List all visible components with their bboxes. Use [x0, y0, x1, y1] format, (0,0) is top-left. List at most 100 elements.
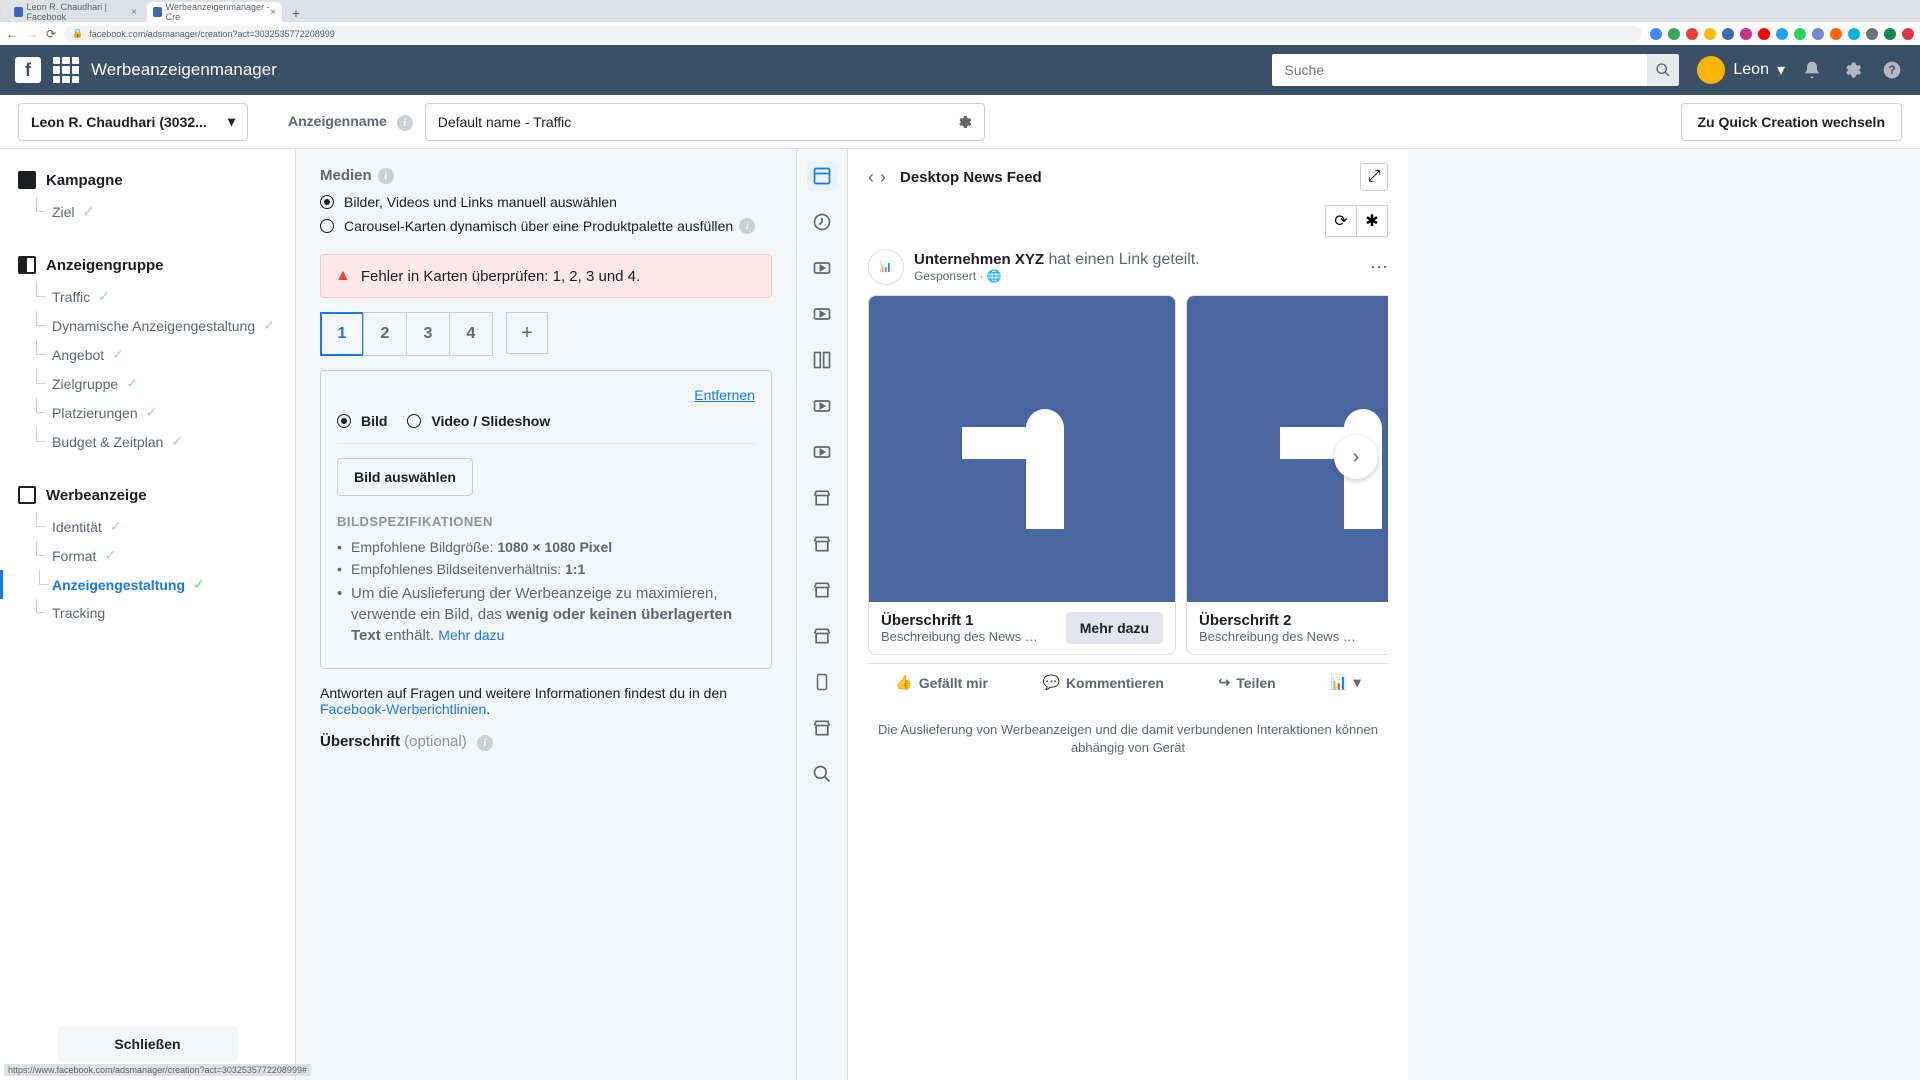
forward-button[interactable]: → — [26, 27, 38, 41]
rail-video2-icon[interactable] — [807, 299, 837, 329]
info-icon[interactable]: i — [378, 168, 394, 184]
close-icon[interactable]: × — [131, 7, 137, 18]
ad-icon — [18, 486, 36, 504]
radio-video[interactable]: Video / Slideshow — [407, 413, 550, 429]
check-icon: ✓ — [98, 288, 110, 305]
check-icon: ✓ — [193, 576, 205, 593]
quick-creation-button[interactable]: Zu Quick Creation wechseln — [1681, 103, 1903, 141]
radio-manual[interactable]: Bilder, Videos und Links manuell auswähl… — [320, 194, 772, 210]
ad-name-input[interactable]: Default name - Traffic — [425, 103, 985, 141]
rail-instant-icon[interactable] — [807, 207, 837, 237]
extension-icons — [1650, 28, 1914, 40]
rail-feed-icon[interactable] — [807, 161, 837, 191]
sidebar-item-audience[interactable]: Zielgruppe✓ — [0, 369, 295, 398]
browser-tab-2[interactable]: Werbeanzeigenmanager - Cre × — [147, 2, 282, 22]
reload-button[interactable]: ⟳ — [46, 27, 56, 41]
prev-arrow-left[interactable]: ‹ — [868, 167, 874, 188]
card-tab-2[interactable]: 2 — [363, 312, 407, 356]
refresh-icon[interactable]: ⟳ — [1325, 205, 1357, 237]
rail-shop5-icon[interactable] — [807, 713, 837, 743]
search-button[interactable] — [1647, 54, 1679, 86]
rail-search-icon[interactable] — [807, 759, 837, 789]
browser-tab-1[interactable]: Leon R. Chaudhari | Facebook × — [8, 2, 143, 22]
card-tab-1[interactable]: 1 — [320, 312, 364, 356]
new-tab-button[interactable]: + — [286, 4, 306, 22]
learn-more-link[interactable]: Mehr dazu — [438, 627, 504, 643]
policy-link[interactable]: Facebook-Werberichtlinien — [320, 701, 486, 717]
policy-text: Antworten auf Fragen und weitere Informa… — [320, 685, 772, 717]
remove-card-link[interactable]: Entfernen — [337, 387, 755, 403]
info-icon[interactable]: i — [477, 735, 493, 751]
radio-dynamic[interactable]: Carousel-Karten dynamisch über eine Prod… — [320, 218, 772, 234]
like-button[interactable]: 👍Gefällt mir — [895, 674, 988, 691]
select-image-button[interactable]: Bild auswählen — [337, 458, 473, 496]
spec-list: Empfohlene Bildgröße: 1080 × 1080 Pixel … — [337, 539, 755, 646]
chart-icon: 📊 — [1330, 674, 1347, 691]
rail-video-icon[interactable] — [807, 253, 837, 283]
status-bar-url: https://www.facebook.com/adsmanager/crea… — [4, 1064, 311, 1076]
radio-image[interactable]: Bild — [337, 413, 387, 429]
preview-title: Desktop News Feed — [900, 169, 1042, 186]
topbar: Leon R. Chaudhari (3032... ▾ Anzeigennam… — [0, 95, 1920, 149]
share-button[interactable]: ↪Teilen — [1219, 674, 1276, 691]
sidebar-item-placements[interactable]: Platzierungen✓ — [0, 398, 295, 427]
rail-column-icon[interactable] — [807, 345, 837, 375]
settings-icon[interactable] — [1839, 57, 1865, 83]
facebook-logo[interactable]: f — [15, 57, 41, 83]
account-selector[interactable]: Leon R. Chaudhari (3032... ▾ — [18, 103, 248, 141]
page-logo: 📊 — [868, 249, 904, 285]
rail-video3-icon[interactable] — [807, 391, 837, 421]
browser-chrome: Leon R. Chaudhari | Facebook × Werbeanze… — [0, 0, 1920, 45]
carousel-next-arrow[interactable]: › — [1334, 435, 1378, 479]
check-icon: ✓ — [112, 346, 124, 363]
sidebar-item-goal[interactable]: Ziel✓ — [0, 197, 295, 226]
avatar — [1697, 56, 1725, 84]
prev-arrow-right[interactable]: › — [880, 167, 886, 188]
back-button[interactable]: ← — [6, 27, 18, 41]
carousel-card-1[interactable]: Überschrift 1 Beschreibung des News … Me… — [868, 295, 1176, 655]
sidebar-ad-head[interactable]: Werbeanzeige — [0, 478, 295, 512]
card-image — [869, 296, 1175, 602]
comment-button[interactable]: 💬Kommentieren — [1043, 674, 1164, 691]
address-bar[interactable]: 🔒 facebook.com/adsmanager/creation?act=3… — [64, 26, 1642, 42]
rail-shop4-icon[interactable] — [807, 621, 837, 651]
card-tab-3[interactable]: 3 — [406, 312, 450, 356]
app-menu-icon[interactable] — [53, 57, 79, 83]
info-icon[interactable]: i — [397, 115, 413, 131]
post-menu-icon[interactable]: ⋯ — [1370, 257, 1388, 278]
gear-icon[interactable] — [956, 114, 972, 130]
rail-mobile-icon[interactable] — [807, 667, 837, 697]
search-input[interactable] — [1272, 54, 1647, 86]
sidebar-item-identity[interactable]: Identität✓ — [0, 512, 295, 541]
sidebar-item-traffic[interactable]: Traffic✓ — [0, 282, 295, 311]
sidebar-adset-head[interactable]: Anzeigengruppe — [0, 248, 295, 282]
rail-shop2-icon[interactable] — [807, 529, 837, 559]
close-icon[interactable]: × — [270, 7, 276, 18]
expand-icon[interactable]: ⤢ — [1360, 163, 1388, 191]
rail-shop3-icon[interactable] — [807, 575, 837, 605]
rail-video4-icon[interactable] — [807, 437, 837, 467]
post-actions: 👍Gefällt mir 💬Kommentieren ↪Teilen 📊▾ — [868, 663, 1388, 701]
stats-dropdown[interactable]: 📊▾ — [1330, 674, 1360, 691]
help-icon[interactable]: ? — [1879, 57, 1905, 83]
sidebar-item-format[interactable]: Format✓ — [0, 541, 295, 570]
notifications-icon[interactable] — [1799, 57, 1825, 83]
bug-icon[interactable]: ✱ — [1356, 205, 1388, 237]
add-card-button[interactable]: + — [506, 312, 548, 354]
sidebar-campaign-head[interactable]: Kampagne — [0, 163, 295, 197]
sidebar-item-tracking[interactable]: Tracking — [0, 599, 295, 627]
rail-shop-icon[interactable] — [807, 483, 837, 513]
cta-button[interactable]: Mehr dazu — [1066, 612, 1163, 644]
sidebar-item-offer[interactable]: Angebot✓ — [0, 340, 295, 369]
sidebar-item-dynamic[interactable]: Dynamische Anzeigengestaltung✓ — [0, 311, 295, 340]
sidebar-item-creative[interactable]: Anzeigengestaltung✓ — [0, 570, 295, 599]
radio-icon — [407, 414, 421, 428]
radio-icon — [320, 195, 334, 209]
close-button[interactable]: Schließen — [58, 1026, 238, 1062]
user-menu[interactable]: Leon ▾ — [1697, 56, 1785, 84]
card-tab-4[interactable]: 4 — [449, 312, 493, 356]
check-icon: ✓ — [126, 375, 138, 392]
info-icon[interactable]: i — [739, 218, 755, 234]
campaign-icon — [18, 171, 36, 189]
sidebar-item-budget[interactable]: Budget & Zeitplan✓ — [0, 427, 295, 456]
